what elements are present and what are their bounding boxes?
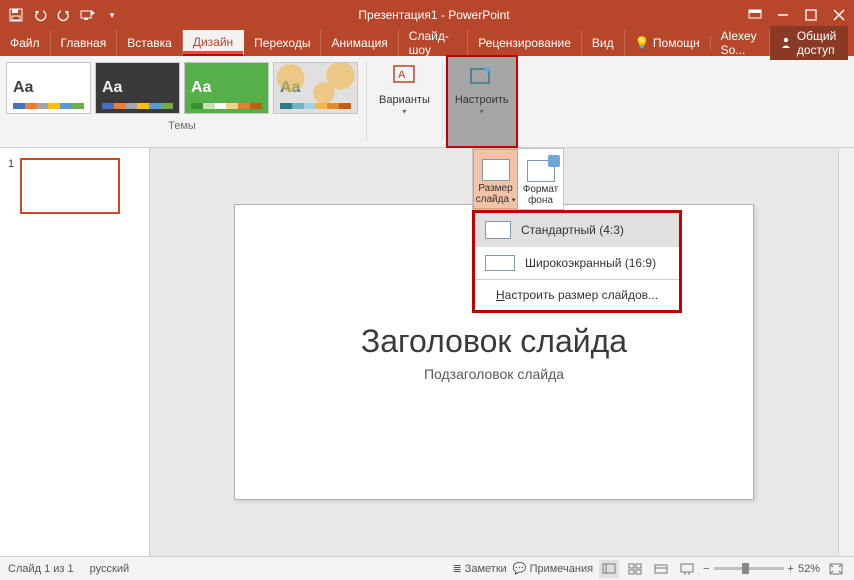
tab-home[interactable]: Главная <box>51 30 118 56</box>
sorter-view-icon[interactable] <box>625 560 645 578</box>
title-bar: ▾ Презентация1 - PowerPoint <box>0 0 854 30</box>
minimize-icon[interactable] <box>776 8 790 22</box>
redo-icon[interactable] <box>56 7 72 23</box>
customize-popup-row: Размерслайда ▾ Форматфона <box>472 148 564 210</box>
theme1-bars <box>13 103 84 109</box>
save-icon[interactable] <box>8 7 24 23</box>
tab-design[interactable]: Дизайн <box>183 30 244 56</box>
notes-button[interactable]: ≣ Заметки <box>452 562 506 575</box>
chevron-down-icon: ▾ <box>512 197 516 204</box>
themes-group-label: Темы <box>6 120 358 132</box>
tab-slideshow[interactable]: Слайд-шоу <box>399 30 468 56</box>
svg-text:A: A <box>398 69 406 81</box>
slide-size-widescreen[interactable]: Широкоэкранный (16:9) <box>475 247 679 279</box>
close-icon[interactable] <box>832 8 846 22</box>
slide-size-icon <box>482 159 510 181</box>
tab-transitions[interactable]: Переходы <box>244 30 321 56</box>
theme4-bars <box>280 103 351 109</box>
theme-thumb-1[interactable]: Aa <box>6 62 91 114</box>
variants-button[interactable]: A Варианты ▾ <box>371 56 438 147</box>
ribbon-options-icon[interactable] <box>748 8 762 22</box>
ratio-43-icon <box>485 221 511 239</box>
slide-counter[interactable]: Слайд 1 из 1 <box>8 563 74 575</box>
quick-access-toolbar: ▾ <box>0 7 128 23</box>
bulb-icon: 💡 <box>635 36 650 50</box>
tab-animation[interactable]: Анимация <box>321 30 398 56</box>
zoom-slider[interactable] <box>714 567 784 570</box>
maximize-icon[interactable] <box>804 8 818 22</box>
tab-view[interactable]: Вид <box>582 30 625 56</box>
zoom-out-button[interactable]: − <box>703 563 709 575</box>
themes-group: Aa Aa Aa Aa Темы <box>0 56 362 147</box>
tab-insert[interactable]: Вставка <box>117 30 183 56</box>
tab-file[interactable]: Файл <box>0 30 51 56</box>
undo-icon[interactable] <box>32 7 48 23</box>
tab-review[interactable]: Рецензирование <box>468 30 582 56</box>
slideshow-view-icon[interactable] <box>677 560 697 578</box>
customize-icon <box>466 60 498 94</box>
ribbon: Aa Aa Aa Aa Темы A Варианты ▾ Настроить … <box>0 56 854 148</box>
window-title: Презентация1 - PowerPoint <box>128 8 740 22</box>
variants-icon: A <box>388 60 420 94</box>
zoom-control: − + 52% <box>703 563 820 575</box>
theme2-bars <box>102 103 173 109</box>
start-from-beginning-icon[interactable] <box>80 7 96 23</box>
ratio-169-icon <box>485 255 515 271</box>
theme3-bars <box>191 103 262 109</box>
format-background-icon <box>527 160 555 182</box>
zoom-level[interactable]: 52% <box>798 563 820 575</box>
slide-size-custom[interactable]: Настроить размер слайдов... <box>475 279 679 310</box>
status-bar: Слайд 1 из 1 русский ≣ Заметки 💬 Примеча… <box>0 556 854 580</box>
fit-to-window-icon[interactable] <box>826 560 846 578</box>
format-background-button[interactable]: Форматфона <box>518 149 563 209</box>
theme-thumb-3[interactable]: Aa <box>184 62 269 114</box>
language-indicator[interactable]: русский <box>90 563 129 575</box>
separator <box>442 62 443 141</box>
slide-size-standard[interactable]: Стандартный (4:3) <box>475 213 679 247</box>
chevron-down-icon: ▾ <box>402 107 406 116</box>
theme-thumb-2[interactable]: Aa <box>95 62 180 114</box>
qat-customize-dropdown-icon[interactable]: ▾ <box>104 7 120 23</box>
ribbon-tabs: Файл Главная Вставка Дизайн Переходы Ани… <box>0 30 854 56</box>
person-icon <box>780 36 792 51</box>
reading-view-icon[interactable] <box>651 560 671 578</box>
zoom-in-button[interactable]: + <box>788 563 794 575</box>
window-controls <box>740 8 854 22</box>
customize-button[interactable]: Настроить ▾ <box>447 56 517 147</box>
separator <box>366 62 367 141</box>
slide-size-button[interactable]: Размерслайда ▾ <box>473 149 518 209</box>
theme-thumb-4[interactable]: Aa <box>273 62 358 114</box>
chevron-down-icon: ▾ <box>480 107 484 116</box>
share-button[interactable]: Общий доступ <box>770 26 848 60</box>
popup-overlay: Размерслайда ▾ Форматфона Стандартный (4… <box>0 148 854 556</box>
account-name[interactable]: Alexey So... <box>711 29 770 57</box>
normal-view-icon[interactable] <box>599 560 619 578</box>
slide-size-dropdown: Стандартный (4:3) Широкоэкранный (16:9) … <box>472 210 682 313</box>
comments-button[interactable]: 💬 Примечания <box>513 562 593 575</box>
tell-me[interactable]: 💡 Помощн <box>625 36 711 50</box>
